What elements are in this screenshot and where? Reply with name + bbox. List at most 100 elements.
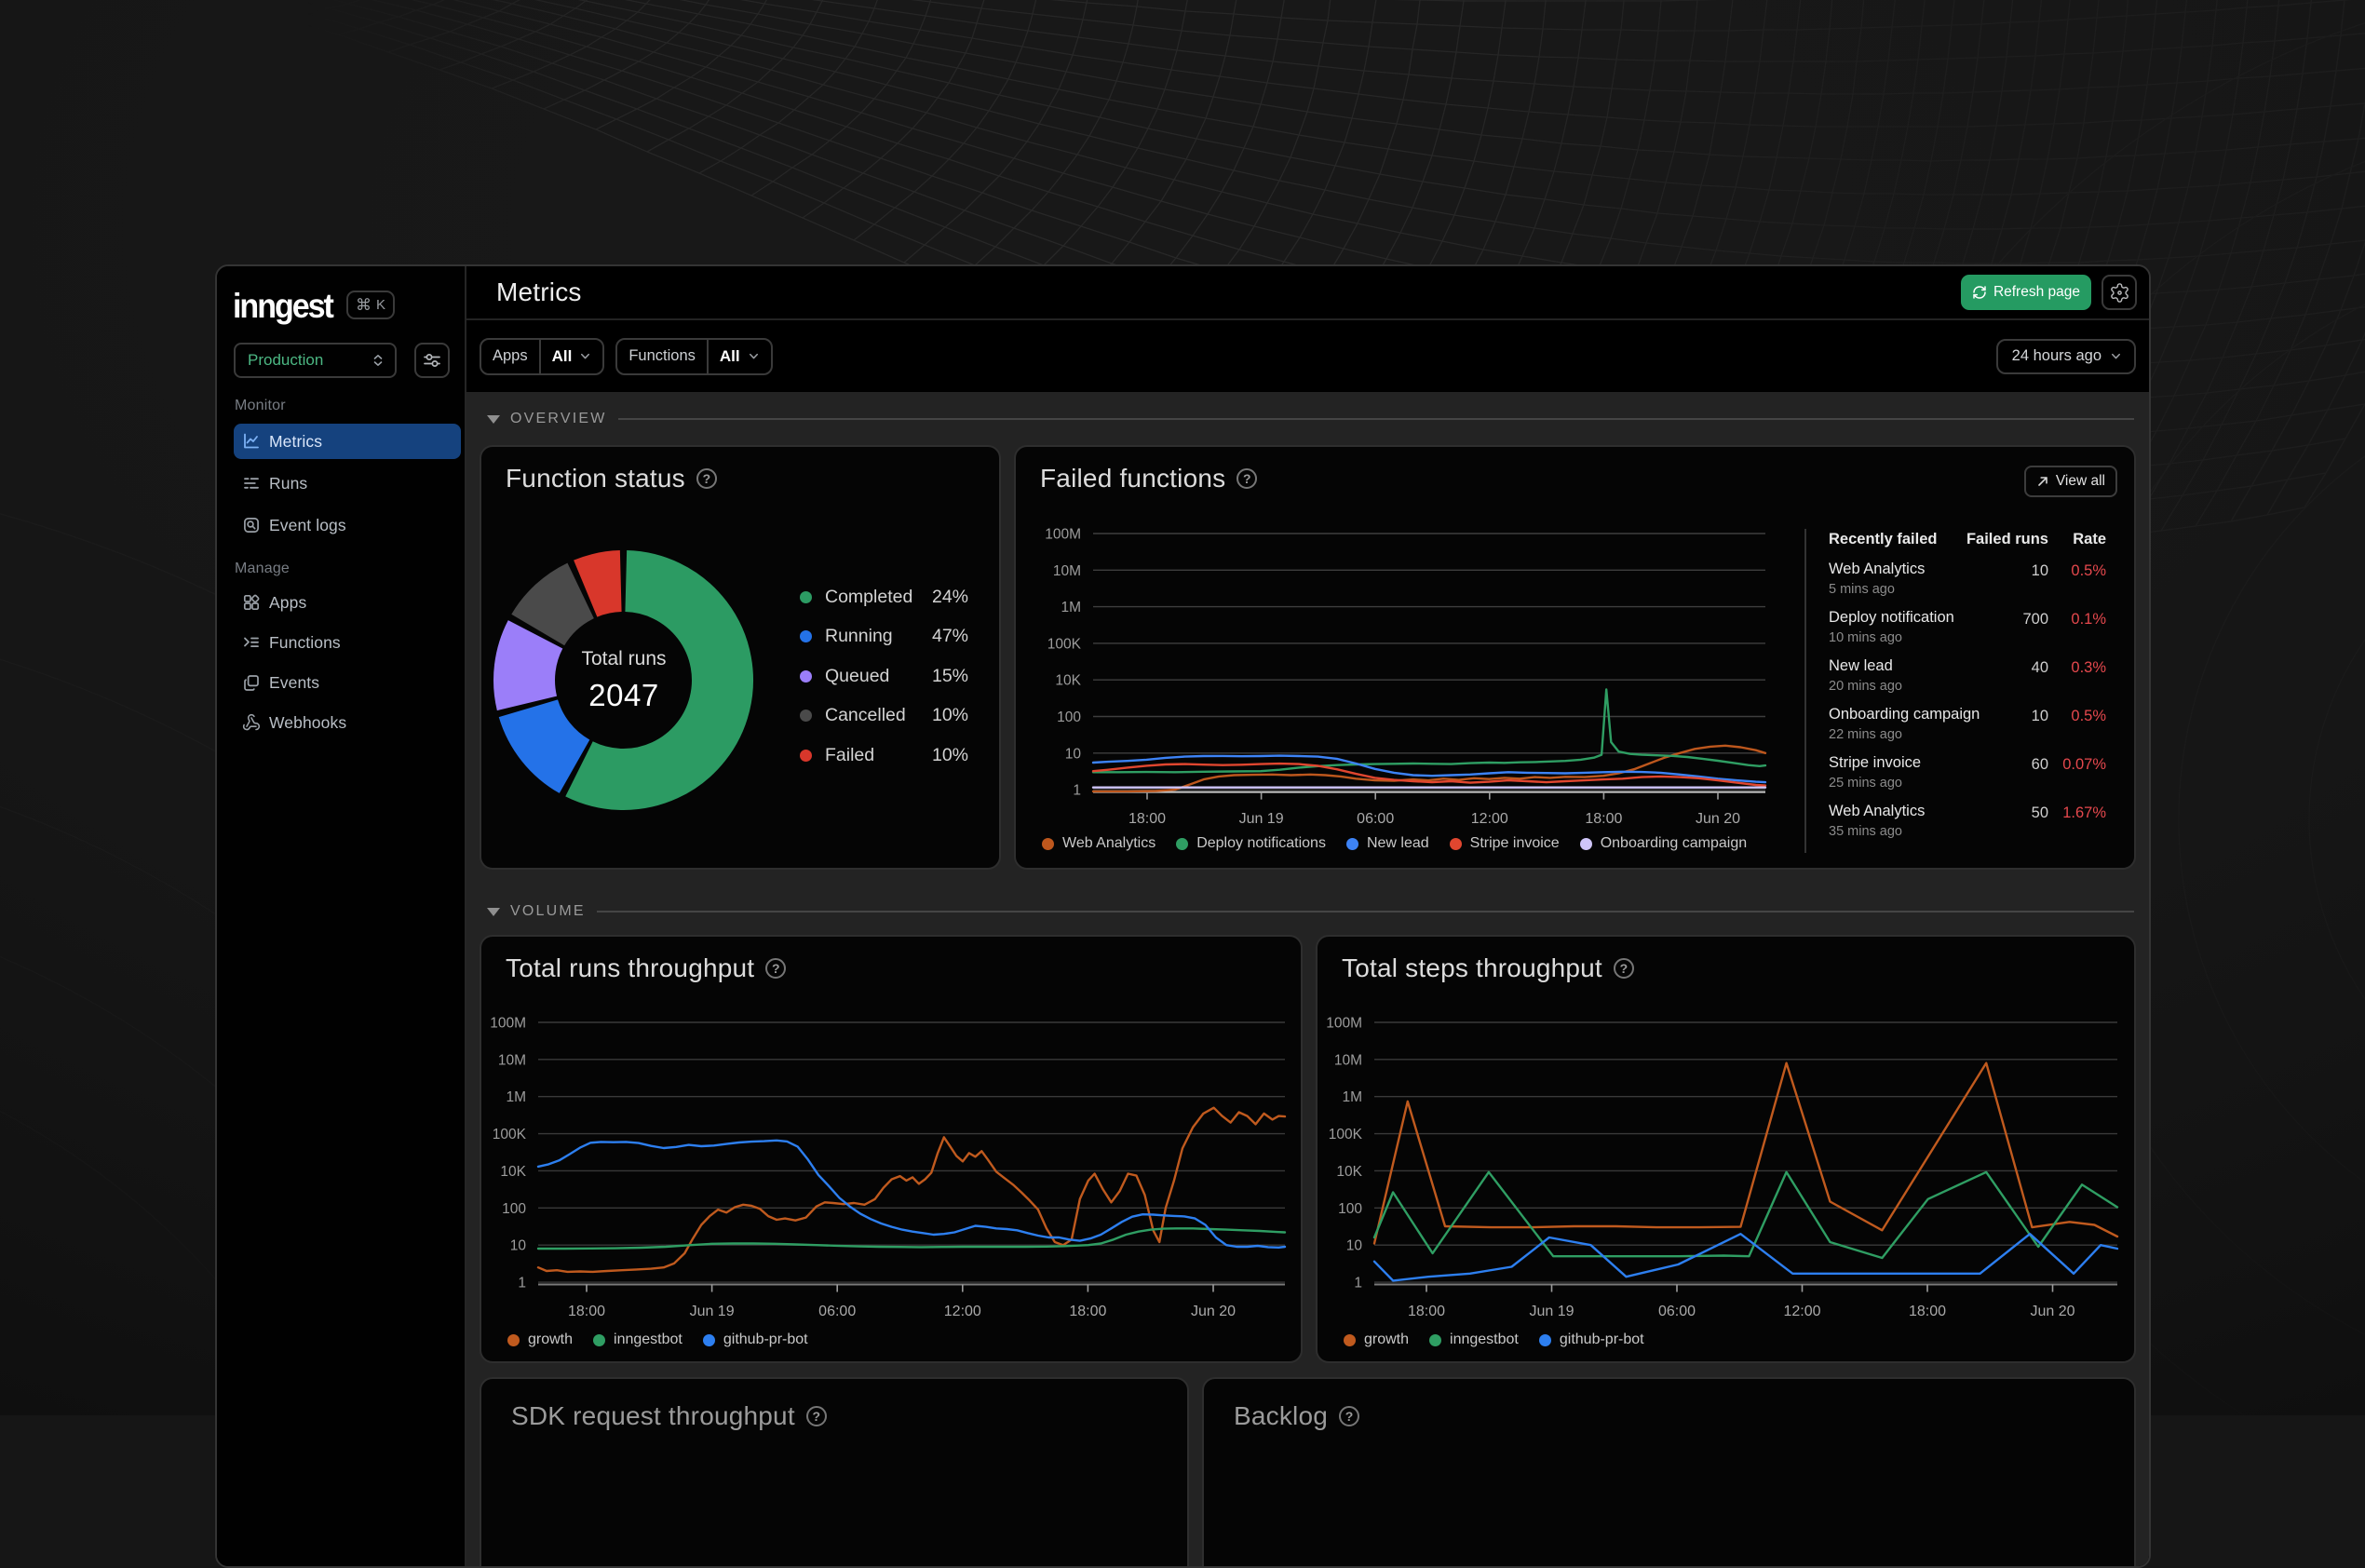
recently-failed-row[interactable]: Web Analytics 5 mins ago 10 0.5% bbox=[1829, 561, 2106, 597]
svg-text:10: 10 bbox=[1346, 1238, 1363, 1254]
failed-functions-legend: Web Analytics Deploy notifications New lea… bbox=[1042, 835, 1747, 852]
sidebar-item-webhooks[interactable]: Webhooks bbox=[234, 705, 461, 740]
command-k-shortcut[interactable]: ⌘ K bbox=[346, 291, 395, 319]
refresh-page-button[interactable]: Refresh page bbox=[1960, 275, 2091, 310]
svg-text:Jun 19: Jun 19 bbox=[1239, 811, 1284, 827]
total-runs-legend: growth inngestbot github-pr-bot bbox=[507, 1331, 808, 1348]
overview-section-header[interactable]: OVERVIEW bbox=[487, 409, 2134, 429]
legend-item: New lead bbox=[1345, 835, 1429, 852]
environment-row: Production bbox=[234, 343, 450, 378]
failed-functions-card: Failed functions ? View all 100M 10M 1M 100… bbox=[1014, 445, 2136, 870]
legend-item: github-pr-bot bbox=[702, 1331, 808, 1348]
chevron-down-icon bbox=[2112, 353, 2120, 359]
failed-runs-count: 10 bbox=[2031, 708, 2048, 724]
recently-failed-header: Recently failed bbox=[1829, 531, 1938, 547]
failed-function-name: Web Analytics bbox=[1829, 803, 1926, 819]
legend-label: Failed bbox=[825, 744, 875, 765]
failed-runs-count: 40 bbox=[2031, 659, 2048, 676]
failed-runs-header: Failed runs bbox=[1966, 531, 2048, 547]
filter-value-group: All bbox=[538, 339, 603, 373]
svg-text:1M: 1M bbox=[1342, 1089, 1362, 1105]
svg-text:10M: 10M bbox=[1053, 563, 1081, 579]
legend-dot-icon bbox=[1579, 837, 1592, 850]
legend-label: Deploy notifications bbox=[1196, 835, 1326, 851]
volume-section-header[interactable]: VOLUME bbox=[487, 901, 2134, 922]
legend-label: Queued bbox=[825, 665, 890, 686]
legend-label: Running bbox=[825, 626, 893, 647]
main-panel: Metrics Refresh page Apps All Functions … bbox=[466, 266, 2149, 1566]
svg-text:12:00: 12:00 bbox=[1471, 811, 1508, 827]
recently-failed-table: Recently failed Failed runs Rate Web Ana… bbox=[1804, 529, 2106, 853]
svg-text:10K: 10K bbox=[1336, 1164, 1362, 1180]
volume-cards-row: Total runs throughput ? 100M 10M 1M 100K 10K… bbox=[480, 935, 2136, 1363]
failed-function-name: Onboarding campaign bbox=[1829, 706, 1980, 723]
overview-section-title: OVERVIEW bbox=[510, 411, 607, 426]
legend-value: 10% bbox=[931, 705, 968, 726]
apps-filter[interactable]: Apps All bbox=[480, 337, 605, 375]
sidebar-item-events[interactable]: Events bbox=[234, 665, 461, 700]
legend-dot-icon bbox=[800, 669, 812, 683]
sidebar-item-label: Webhooks bbox=[269, 712, 347, 732]
sidebar-item-metrics[interactable]: Metrics bbox=[234, 424, 461, 459]
legend-label: Onboarding campaign bbox=[1600, 835, 1748, 851]
svg-text:12:00: 12:00 bbox=[1783, 1304, 1820, 1319]
command-icon: ⌘ bbox=[355, 295, 372, 314]
chart-line-icon bbox=[242, 432, 261, 451]
svg-text:100M: 100M bbox=[1326, 1016, 1362, 1032]
legend-item: growth bbox=[1344, 1331, 1409, 1348]
functions-filter[interactable]: Functions All bbox=[615, 337, 773, 375]
filter-bar: Apps All Functions All 24 hours ago bbox=[466, 320, 2149, 392]
legend-item: Deploy notifications bbox=[1176, 835, 1326, 852]
collapse-caret-icon bbox=[487, 414, 500, 424]
legend-label: growth bbox=[528, 1331, 574, 1347]
failed-function-name: New lead bbox=[1829, 657, 1893, 674]
svg-text:100: 100 bbox=[1338, 1201, 1362, 1217]
svg-text:18:00: 18:00 bbox=[568, 1304, 605, 1319]
functions-filter-value: All bbox=[719, 346, 740, 365]
sidebar-item-apps[interactable]: Apps bbox=[234, 585, 461, 620]
help-icon[interactable]: ? bbox=[805, 1406, 827, 1426]
svg-text:18:00: 18:00 bbox=[1069, 1304, 1106, 1319]
failure-rate: 0.3% bbox=[2071, 659, 2106, 676]
sidebar-item-functions[interactable]: Functions bbox=[234, 625, 461, 660]
settings-button[interactable] bbox=[2101, 275, 2137, 310]
time-range-select[interactable]: 24 hours ago bbox=[1995, 338, 2136, 374]
environment-filter-button[interactable] bbox=[414, 343, 450, 378]
bottom-cards-row: SDK request throughput ? Backlog ? bbox=[480, 1377, 2136, 1566]
legend-dot-icon bbox=[1345, 837, 1358, 850]
donut-legend-item: Running 47% bbox=[800, 617, 968, 657]
failed-function-time: 20 mins ago bbox=[1829, 679, 1902, 694]
sidebar-item-event-logs[interactable]: Event logs bbox=[234, 507, 461, 543]
svg-text:18:00: 18:00 bbox=[1128, 811, 1166, 827]
recently-failed-row[interactable]: New lead 20 mins ago 40 0.3% bbox=[1829, 657, 2106, 694]
failed-function-time: 25 mins ago bbox=[1829, 776, 1902, 791]
events-copy-icon bbox=[242, 673, 261, 692]
help-icon[interactable]: ? bbox=[1339, 1406, 1360, 1426]
legend-item: github-pr-bot bbox=[1538, 1331, 1644, 1348]
page-header: Metrics Refresh page bbox=[466, 266, 2149, 320]
total-runs-chart: 100M 10M 1M 100K 10K 100 10 1 18:00 Jun 19 06:00 12… bbox=[490, 1016, 1287, 1319]
functions-icon bbox=[242, 633, 261, 652]
sidebar-item-runs[interactable]: Runs bbox=[234, 466, 461, 501]
donut-legend-item: Failed 10% bbox=[800, 736, 968, 776]
recently-failed-row[interactable]: Deploy notification 10 mins ago 700 0.1% bbox=[1829, 609, 2106, 645]
recently-failed-row[interactable]: Onboarding campaign 22 mins ago 10 0.5% bbox=[1829, 706, 2106, 742]
svg-text:10K: 10K bbox=[1055, 673, 1081, 689]
failed-function-name: Stripe invoice bbox=[1829, 754, 1922, 771]
sidebar-section-label: Monitor bbox=[235, 398, 286, 413]
svg-text:1: 1 bbox=[1354, 1276, 1362, 1291]
total-runs-throughput-card: Total runs throughput ? 100M 10M 1M 100K 10K… bbox=[480, 935, 1303, 1363]
failure-rate: 0.5% bbox=[2071, 562, 2106, 579]
recently-failed-row[interactable]: Stripe invoice 25 mins ago 60 0.07% bbox=[1829, 754, 2106, 791]
svg-text:1: 1 bbox=[1073, 783, 1081, 799]
donut-legend-item: Queued 15% bbox=[800, 656, 968, 696]
environment-select[interactable]: Production bbox=[234, 343, 397, 378]
svg-text:Jun 19: Jun 19 bbox=[1529, 1304, 1574, 1319]
section-divider-line bbox=[617, 418, 2134, 420]
sidebar-item-label: Event logs bbox=[269, 515, 346, 534]
failed-function-cell: Web Analytics 5 mins ago bbox=[1829, 561, 1925, 597]
svg-text:100: 100 bbox=[1057, 710, 1081, 725]
failure-rate: 0.5% bbox=[2071, 708, 2106, 724]
recently-failed-row[interactable]: Web Analytics 35 mins ago 50 1.67% bbox=[1829, 803, 2106, 839]
legend-dot-icon bbox=[1344, 1333, 1356, 1346]
